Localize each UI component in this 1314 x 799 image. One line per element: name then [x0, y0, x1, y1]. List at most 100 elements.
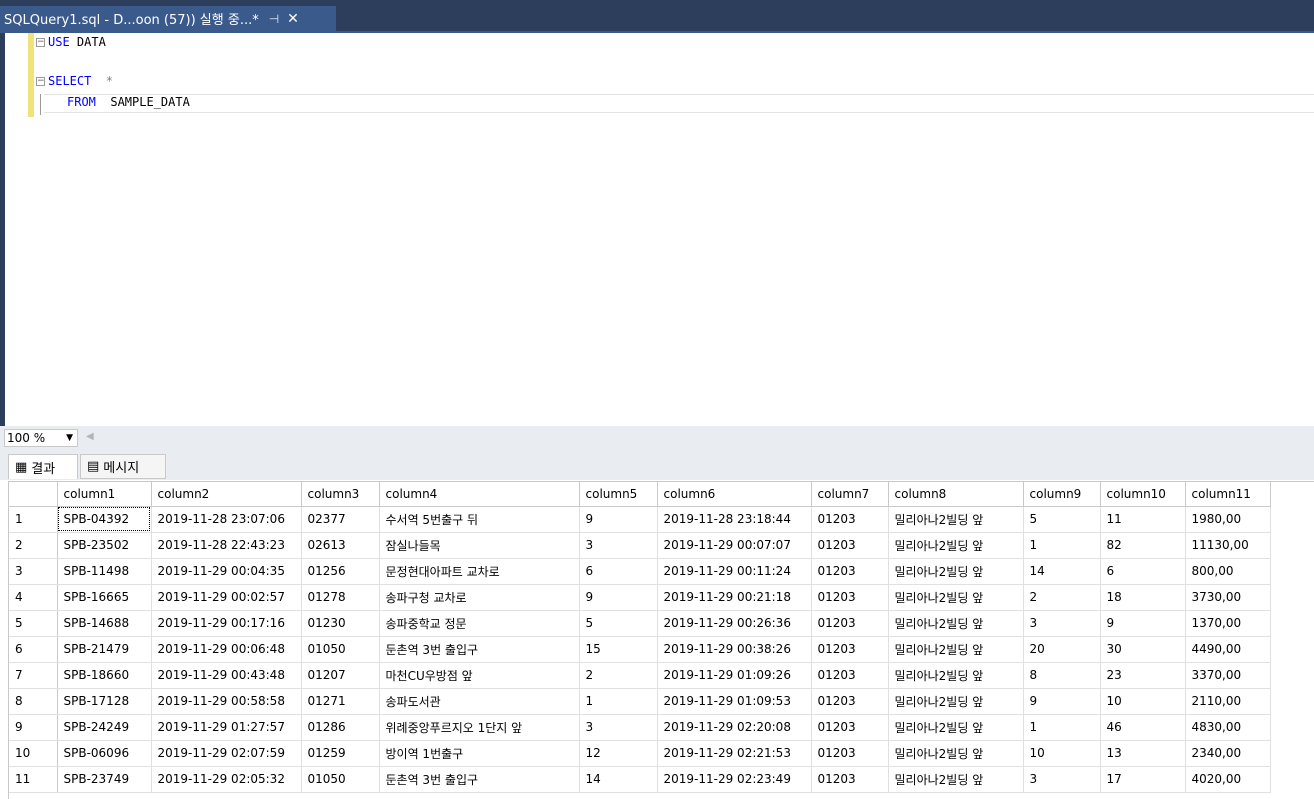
column-header[interactable]: column11	[1185, 482, 1271, 507]
table-cell[interactable]: 2019-11-29 00:04:35	[151, 558, 302, 585]
table-cell[interactable]: 01203	[811, 740, 889, 767]
table-cell[interactable]: SPB-04392	[57, 506, 152, 533]
table-cell[interactable]: 밀리아나2빌딩 앞	[888, 636, 1024, 663]
table-cell[interactable]: 9	[1100, 610, 1186, 637]
table-cell[interactable]: 01203	[811, 662, 889, 689]
table-cell[interactable]: 01286	[301, 714, 380, 741]
table-cell[interactable]: 01203	[811, 688, 889, 715]
table-cell[interactable]: SPB-11498	[57, 558, 152, 585]
table-cell[interactable]: SPB-23502	[57, 532, 152, 559]
table-cell[interactable]: SPB-18660	[57, 662, 152, 689]
table-cell[interactable]: 01203	[811, 506, 889, 533]
row-number[interactable]: 10	[9, 740, 58, 767]
results-grid[interactable]: column1 column2 column3 column4 column5 colum…	[8, 481, 1314, 799]
column-header[interactable]: column3	[301, 482, 380, 507]
table-cell[interactable]: 4020,00	[1185, 766, 1271, 793]
table-cell[interactable]: 밀리아나2빌딩 앞	[888, 714, 1024, 741]
table-cell[interactable]: 15	[579, 636, 658, 663]
sql-editor[interactable]: − USE DATA − SELECT * FROM SAMPLE_DATA	[0, 33, 1314, 426]
table-cell[interactable]: 밀리아나2빌딩 앞	[888, 740, 1024, 767]
close-icon[interactable]: ✕	[287, 11, 299, 27]
row-number-header[interactable]	[9, 482, 58, 507]
table-cell[interactable]: 14	[1023, 558, 1101, 585]
row-number[interactable]: 9	[9, 714, 58, 741]
table-cell[interactable]: 5	[1023, 506, 1101, 533]
table-cell[interactable]: 1370,00	[1185, 610, 1271, 637]
table-row[interactable]: 4 SPB-16665 2019-11-29 00:02:57 01278 송파구청 교…	[9, 584, 1271, 611]
row-number[interactable]: 7	[9, 662, 58, 689]
table-cell[interactable]: 11	[1100, 506, 1186, 533]
table-cell[interactable]: 6	[579, 558, 658, 585]
table-cell[interactable]: 2019-11-29 02:07:59	[151, 740, 302, 767]
table-cell[interactable]: 3730,00	[1185, 584, 1271, 611]
table-cell[interactable]: 2019-11-29 02:23:49	[657, 766, 812, 793]
table-cell[interactable]: 송파구청 교차로	[379, 584, 580, 611]
query-tab[interactable]: SQLQuery1.sql - D...oon (57)) 실행 중...* ⊣…	[0, 6, 336, 31]
table-cell[interactable]: 01230	[301, 610, 380, 637]
table-cell[interactable]: 2019-11-28 22:43:23	[151, 532, 302, 559]
table-cell[interactable]: 밀리아나2빌딩 앞	[888, 532, 1024, 559]
table-cell[interactable]: 1980,00	[1185, 506, 1271, 533]
table-cell[interactable]: 01271	[301, 688, 380, 715]
table-cell[interactable]: 2	[1023, 584, 1101, 611]
table-cell[interactable]: 2019-11-29 02:21:53	[657, 740, 812, 767]
table-cell[interactable]: 2019-11-29 00:43:48	[151, 662, 302, 689]
table-cell[interactable]: 17	[1100, 766, 1186, 793]
table-cell[interactable]: 01207	[301, 662, 380, 689]
table-cell[interactable]: 4830,00	[1185, 714, 1271, 741]
table-cell[interactable]: 2019-11-29 00:02:57	[151, 584, 302, 611]
table-cell[interactable]: 1	[579, 688, 658, 715]
table-cell[interactable]: 2019-11-29 00:58:58	[151, 688, 302, 715]
column-header[interactable]: column1	[57, 482, 152, 507]
table-cell[interactable]: 밀리아나2빌딩 앞	[888, 766, 1024, 793]
column-header[interactable]: column9	[1023, 482, 1101, 507]
table-cell[interactable]: 01050	[301, 766, 380, 793]
table-cell[interactable]: 수서역 5번출구 뒤	[379, 506, 580, 533]
table-row[interactable]: 1 SPB-04392 2019-11-28 23:07:06 02377 수서역 5번…	[9, 506, 1271, 533]
table-cell[interactable]: 3	[1023, 766, 1101, 793]
table-row[interactable]: 9 SPB-24249 2019-11-29 01:27:57 01286 위례중앙푸르…	[9, 714, 1271, 741]
table-cell[interactable]: 2	[579, 662, 658, 689]
table-cell[interactable]: SPB-14688	[57, 610, 152, 637]
table-cell[interactable]: 2019-11-29 02:05:32	[151, 766, 302, 793]
table-cell[interactable]: 2019-11-29 00:38:26	[657, 636, 812, 663]
table-cell[interactable]: 8	[1023, 662, 1101, 689]
table-cell[interactable]: 01050	[301, 636, 380, 663]
table-cell[interactable]: 11130,00	[1185, 532, 1271, 559]
table-cell[interactable]: SPB-17128	[57, 688, 152, 715]
table-cell[interactable]: 9	[579, 506, 658, 533]
table-cell[interactable]: 3	[579, 532, 658, 559]
table-cell[interactable]: 30	[1100, 636, 1186, 663]
table-cell[interactable]: 12	[579, 740, 658, 767]
zoom-select[interactable]: 100 % ▼	[4, 429, 78, 447]
table-cell[interactable]: 1	[1023, 532, 1101, 559]
table-cell[interactable]: 01203	[811, 558, 889, 585]
column-header[interactable]: column8	[888, 482, 1024, 507]
pin-icon[interactable]: ⊣	[269, 12, 279, 26]
table-row[interactable]: 6 SPB-21479 2019-11-29 00:06:48 01050 둔촌역 3번…	[9, 636, 1271, 663]
table-cell[interactable]: 01203	[811, 636, 889, 663]
table-cell[interactable]: 01203	[811, 584, 889, 611]
table-cell[interactable]: 2019-11-28 23:07:06	[151, 506, 302, 533]
table-cell[interactable]: 방이역 1번출구	[379, 740, 580, 767]
table-cell[interactable]: 2019-11-29 00:07:07	[657, 532, 812, 559]
table-cell[interactable]: 01203	[811, 714, 889, 741]
row-number[interactable]: 3	[9, 558, 58, 585]
table-cell[interactable]: 2019-11-29 00:21:18	[657, 584, 812, 611]
table-cell[interactable]: 18	[1100, 584, 1186, 611]
table-cell[interactable]: 02377	[301, 506, 380, 533]
column-header[interactable]: column10	[1100, 482, 1186, 507]
column-header[interactable]: column7	[811, 482, 889, 507]
table-cell[interactable]: 46	[1100, 714, 1186, 741]
table-cell[interactable]: 2110,00	[1185, 688, 1271, 715]
table-cell[interactable]: 송파도서관	[379, 688, 580, 715]
table-cell[interactable]: 2340,00	[1185, 740, 1271, 767]
table-cell[interactable]: 2019-11-28 23:18:44	[657, 506, 812, 533]
table-cell[interactable]: 01203	[811, 610, 889, 637]
column-header[interactable]: column2	[151, 482, 302, 507]
table-cell[interactable]: 23	[1100, 662, 1186, 689]
table-cell[interactable]: 3370,00	[1185, 662, 1271, 689]
table-cell[interactable]: 20	[1023, 636, 1101, 663]
row-number[interactable]: 6	[9, 636, 58, 663]
table-cell[interactable]: 02613	[301, 532, 380, 559]
